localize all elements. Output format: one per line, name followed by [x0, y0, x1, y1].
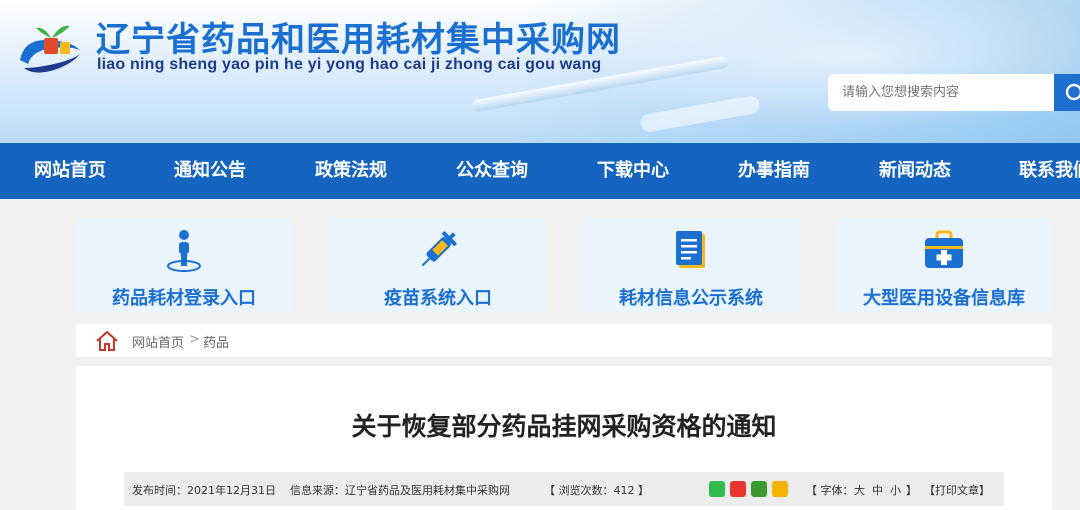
- document-icon: [676, 231, 705, 268]
- main-nav: 网站首页 通知公告 政策法规 公众查询 下载中心 办事指南 新闻动态 联系我们: [0, 143, 1080, 199]
- card-label: 大型医用设备信息库: [863, 288, 1025, 309]
- wechat-share-icon[interactable]: [709, 481, 725, 497]
- breadcrumb-current[interactable]: 药品: [203, 332, 229, 351]
- nav-item-home[interactable]: 网站首页: [34, 143, 106, 199]
- nav-item-contact[interactable]: 联系我们: [1019, 143, 1080, 199]
- card-medical-equipment[interactable]: 大型医用设备信息库: [836, 218, 1052, 312]
- nav-item-guide[interactable]: 办事指南: [738, 143, 810, 199]
- syringe-icon: [421, 231, 457, 267]
- font-size-label: 【 字体：: [806, 484, 854, 497]
- breadcrumb-separator: >: [189, 332, 200, 347]
- card-label: 药品耗材登录入口: [112, 288, 256, 309]
- article-meta-bar: 发布时间：2021年12月31日 信息来源：辽宁省药品及医用耗材集中采购网 【 …: [124, 472, 1004, 506]
- nav-item-public-query[interactable]: 公众查询: [456, 143, 528, 199]
- breadcrumb-home[interactable]: 网站首页: [132, 332, 184, 351]
- search-icon: [1065, 83, 1080, 100]
- nav-item-downloads[interactable]: 下载中心: [597, 143, 669, 199]
- card-label: 耗材信息公示系统: [619, 288, 763, 309]
- home-icon[interactable]: [95, 330, 119, 352]
- site-header: 辽宁省药品和医用耗材集中采购网 liao ning sheng yao pin …: [0, 0, 1080, 143]
- douban-share-icon[interactable]: [751, 481, 767, 497]
- card-label: 疫苗系统入口: [384, 288, 492, 309]
- article-title: 关于恢复部分药品挂网采购资格的通知: [351, 412, 777, 441]
- medical-kit-icon: [925, 230, 963, 268]
- search-button[interactable]: [1054, 74, 1080, 111]
- weibo-share-icon[interactable]: [730, 481, 746, 497]
- site-title-pinyin: liao ning sheng yao pin he yi yong hao c…: [97, 56, 602, 73]
- card-consumables-info[interactable]: 耗材信息公示系统: [583, 218, 799, 312]
- print-article-link[interactable]: 【打印文章】: [924, 482, 990, 498]
- view-count: 【 浏览次数：412 】: [544, 484, 649, 497]
- font-size-large[interactable]: 大: [854, 482, 865, 498]
- person-icon: [167, 230, 201, 272]
- font-size-end: 】: [906, 484, 917, 497]
- qzone-share-icon[interactable]: [772, 481, 788, 497]
- site-title: 辽宁省药品和医用耗材集中采购网: [96, 20, 621, 60]
- card-vaccine-system[interactable]: 疫苗系统入口: [330, 218, 546, 312]
- breadcrumb: 网站首页 > 药品: [76, 324, 1052, 357]
- search-input[interactable]: [828, 74, 1054, 111]
- nav-item-policies[interactable]: 政策法规: [315, 143, 387, 199]
- card-drug-login[interactable]: 药品耗材登录入口: [76, 218, 292, 312]
- nav-item-notices[interactable]: 通知公告: [174, 143, 246, 199]
- nav-item-news[interactable]: 新闻动态: [879, 143, 951, 199]
- font-size-medium[interactable]: 中: [872, 482, 883, 498]
- site-logo[interactable]: [14, 20, 86, 76]
- publish-time: 发布时间：2021年12月31日: [132, 484, 276, 497]
- font-size-small[interactable]: 小: [890, 482, 901, 498]
- info-source: 信息来源：辽宁省药品及医用耗材集中采购网: [290, 484, 510, 497]
